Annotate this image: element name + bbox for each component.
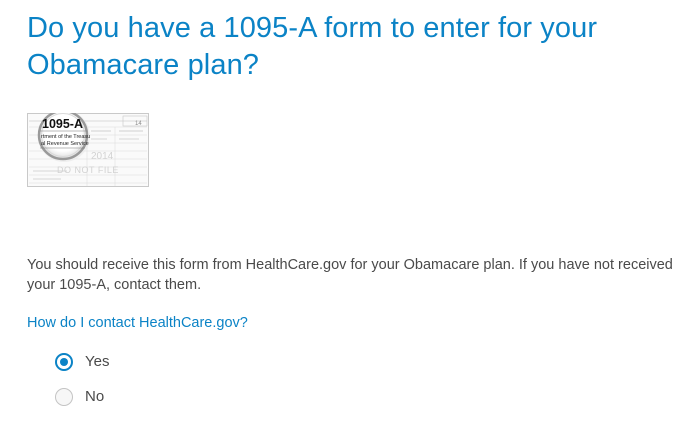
form-description: You should receive this form from Health…	[27, 257, 673, 293]
lens-form-title: 1095-A	[42, 117, 83, 131]
form-watermark-year: 2014	[91, 151, 114, 162]
lens-line-1: rtment of the Treasu	[41, 134, 90, 140]
option-yes-label[interactable]: Yes	[85, 352, 109, 372]
page-title: Do you have a 1095-A form to enter for y…	[27, 12, 598, 81]
form-1095a-image: 14 2014 DO NOT FILE 1095-A rtment of the…	[27, 113, 149, 187]
page: Do you have a 1095-A form to enter for y…	[27, 0, 682, 421]
form-1095a-magnifier-icon: 14 2014 DO NOT FILE 1095-A rtment of the…	[27, 113, 149, 187]
form-watermark-text: DO NOT FILE	[57, 165, 119, 175]
radio-selected-dot	[60, 358, 68, 366]
option-yes[interactable]: Yes	[55, 352, 109, 372]
lens-line-2: al Revenue Service	[41, 141, 89, 147]
radio-yes[interactable]	[55, 353, 73, 371]
contact-healthcare-link[interactable]: How do I contact HealthCare.gov?	[27, 313, 248, 333]
option-no[interactable]: No	[55, 387, 104, 407]
form-corner-code: 14	[135, 121, 142, 127]
option-no-label[interactable]: No	[85, 387, 104, 407]
radio-no[interactable]	[55, 388, 73, 406]
